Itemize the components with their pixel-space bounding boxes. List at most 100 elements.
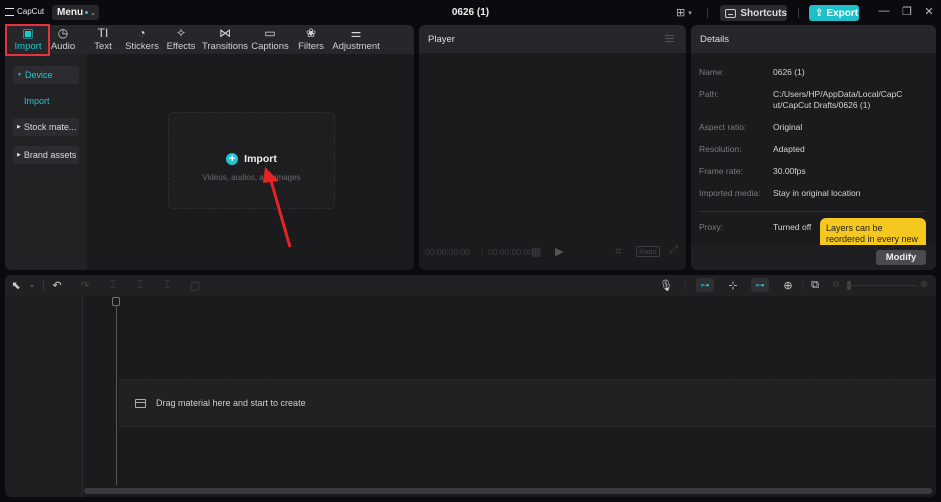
- menu-button[interactable]: Menu ⌄: [52, 5, 99, 20]
- total-time: 00:00:00:00: [488, 247, 533, 257]
- effects-icon: ✧: [175, 26, 187, 40]
- tab-transitions[interactable]: ⋈ Transitions: [201, 25, 249, 54]
- microphone-icon[interactable]: 🎙: [659, 279, 673, 292]
- export-label: Export: [826, 7, 859, 19]
- annotation-arrow: [263, 167, 292, 248]
- chevron-down-icon: ▾: [688, 9, 692, 17]
- divider: [798, 8, 799, 18]
- redo-icon[interactable]: ↷: [78, 279, 92, 292]
- sidebar-item-label: Stock mate...: [23, 122, 77, 132]
- zoom-in-icon[interactable]: ⊕: [917, 279, 931, 290]
- tab-label: Captions: [251, 41, 289, 52]
- capcut-logo-icon: [5, 7, 14, 16]
- detail-value-path: C:/Users/HP/AppData/Local/CapCut/CapCut …: [773, 89, 903, 110]
- timeline-toolbar: ⬉ ⌄ ↶ ↷ ⌶ ⌶ ⌶ ▢ 🎙 ⊶ ⊹ ⊶ ⊕ ⧉ ⊖ ⊕: [5, 275, 936, 296]
- chevron-down-icon[interactable]: ⌄: [25, 281, 39, 289]
- arrow-shaft: [268, 176, 292, 248]
- restore-button[interactable]: ❐: [900, 5, 914, 18]
- tab-label: Effects: [166, 41, 196, 52]
- split-icon[interactable]: ⌶: [106, 279, 120, 292]
- layout-button[interactable]: ⊞ ▾: [676, 6, 692, 19]
- sidebar-item-import[interactable]: Import: [13, 92, 79, 110]
- text-icon: TI: [97, 26, 109, 40]
- tab-label: Adjustment: [332, 41, 380, 52]
- linkage-icon[interactable]: ⊶: [751, 278, 769, 292]
- close-button[interactable]: ✕: [922, 5, 936, 18]
- delete-icon[interactable]: ▢: [188, 279, 202, 292]
- fullscreen-icon[interactable]: ⤢: [669, 244, 678, 257]
- detail-value-aspect-ratio: Original: [773, 122, 803, 132]
- import-subtitle: Videos, audios, and images: [202, 173, 301, 182]
- split-left-icon[interactable]: ⌶: [133, 279, 147, 292]
- tab-filters[interactable]: ❀ Filters: [294, 25, 328, 54]
- detail-value-name: 0626 (1): [773, 67, 805, 77]
- auto-snap-icon[interactable]: ⊹: [726, 279, 740, 292]
- tab-adjustment[interactable]: ⚌ Adjustment: [331, 25, 381, 54]
- tab-effects[interactable]: ✧ Effects: [163, 25, 199, 54]
- zoom-out-icon[interactable]: ⊖: [829, 279, 843, 290]
- player-controls: 00:00:00:00 / 00:00:00:00 ▦ ▶ ⌗ Ratio ⤢: [419, 244, 686, 260]
- tab-audio[interactable]: ◷ Audio: [47, 25, 79, 54]
- caret-right-icon: ▶: [17, 124, 21, 130]
- tab-text[interactable]: TI Text: [87, 25, 119, 54]
- tab-stickers[interactable]: ◔ Stickers: [122, 25, 162, 54]
- import-button[interactable]: + Import: [169, 153, 334, 165]
- media-panel: ▣ Import ◷ Audio TI Text ◔ Stickers ✧ Ef…: [5, 25, 414, 270]
- split-right-icon[interactable]: ⌶: [160, 279, 174, 292]
- filters-icon: ❀: [305, 26, 317, 40]
- grid-icon[interactable]: ▦: [531, 245, 541, 258]
- detail-label: Imported media:: [699, 188, 761, 198]
- preview-axis-icon[interactable]: ⊕: [781, 279, 795, 292]
- divider: [802, 281, 803, 291]
- export-button[interactable]: ⇪ Export: [809, 5, 859, 21]
- fit-icon[interactable]: ⌗: [615, 244, 622, 259]
- minimize-button[interactable]: —: [877, 5, 891, 17]
- select-cursor-icon[interactable]: ⬉: [9, 279, 23, 292]
- thumbnail-settings-icon[interactable]: ⧉: [808, 279, 822, 292]
- undo-icon[interactable]: ↶: [50, 279, 64, 292]
- detail-value-frame-rate: 30.00fps: [773, 166, 806, 176]
- playhead-line[interactable]: [116, 305, 117, 485]
- sidebar-item-brand-assets[interactable]: ▶ Brand assets: [13, 146, 79, 164]
- caret-right-icon: ▶: [17, 152, 21, 158]
- details-panel: Details Name: 0626 (1) Path: C:/Users/HP…: [691, 25, 936, 270]
- modify-button[interactable]: Modify: [876, 250, 926, 265]
- player-header: Player: [419, 25, 686, 53]
- export-icon: ⇪: [815, 7, 824, 19]
- sidebar-item-stock-material[interactable]: ▶ Stock mate...: [13, 118, 79, 136]
- shortcuts-button[interactable]: Shortcuts: [720, 5, 787, 21]
- zoom-slider-track[interactable]: [847, 285, 917, 286]
- details-footer: Modify: [691, 245, 936, 270]
- timeline-dropzone[interactable]: Drag material here and start to create: [119, 379, 936, 427]
- detail-label: Frame rate:: [699, 166, 743, 176]
- ratio-button[interactable]: Ratio: [636, 246, 660, 257]
- import-tab-highlight: [5, 24, 50, 56]
- current-time: 00:00:00:00: [425, 247, 470, 257]
- transitions-icon: ⋈: [219, 26, 231, 40]
- caret-down-icon: ▼: [17, 72, 22, 78]
- detail-label: Aspect ratio:: [699, 122, 747, 132]
- detail-label: Proxy:: [699, 222, 724, 232]
- menu-label: Menu: [57, 7, 84, 18]
- media-tabs: ▣ Import ◷ Audio TI Text ◔ Stickers ✧ Ef…: [5, 25, 414, 54]
- app-logo-text: CapCut: [17, 7, 45, 16]
- tab-label: Audio: [50, 41, 76, 52]
- details-title: Details: [700, 34, 730, 45]
- main-track-magnet-icon[interactable]: ⊶: [696, 278, 714, 292]
- import-dropzone[interactable]: + Import Videos, audios, and images: [168, 112, 335, 209]
- menu-icon[interactable]: [665, 35, 674, 42]
- time-separator: /: [481, 247, 484, 257]
- horizontal-scrollbar[interactable]: [84, 488, 932, 494]
- detail-value-resolution: Adapted: [773, 144, 805, 154]
- project-title: 0626 (1): [451, 7, 490, 18]
- tab-label: Filters: [298, 41, 324, 52]
- sidebar-item-label: Brand assets: [23, 150, 77, 160]
- player-title: Player: [428, 34, 455, 45]
- detail-label: Path:: [699, 89, 719, 99]
- sidebar-item-device[interactable]: ▼ Device: [13, 66, 79, 84]
- tab-captions[interactable]: ▭ Captions: [250, 25, 290, 54]
- arrow-head: [263, 167, 279, 183]
- sidebar-item-label: Device: [24, 70, 53, 80]
- play-icon[interactable]: ▶: [555, 245, 563, 258]
- shortcuts-label: Shortcuts: [740, 7, 787, 19]
